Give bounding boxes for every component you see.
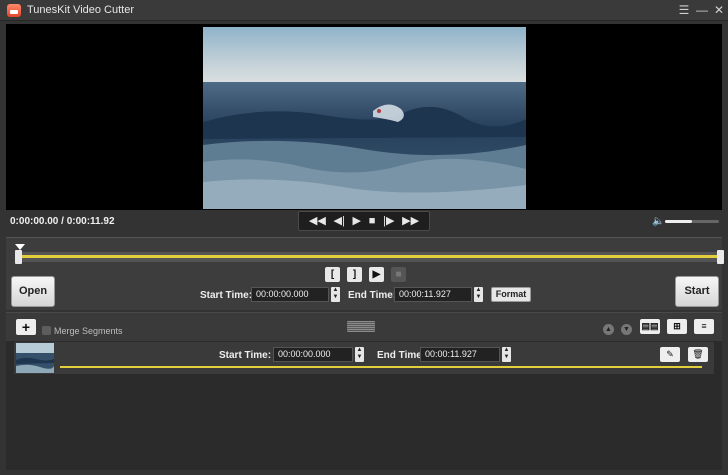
end-time-label: End Time: [348,290,397,301]
merge-segments-label: Merge Segments [54,326,123,336]
mark-in-button[interactable]: [ [325,267,340,282]
surf-video-frame [203,27,526,209]
rewind-icon[interactable]: ◀◀ [309,215,326,227]
prev-frame-icon[interactable]: ◀| [334,215,345,227]
spin-up-icon[interactable]: ▲ [357,347,363,353]
segment-panel: + Merge Segments ▲ ▼ ▤▤ ⊞ ≡ Start Time: … [6,312,722,470]
add-segment-button[interactable]: + [16,319,36,335]
panel-resize-grip[interactable] [347,321,375,332]
segment-end-input[interactable]: 00:00:11.927 [420,347,500,362]
minimize-icon[interactable]: — [693,2,711,19]
start-time-input[interactable]: 00:00:00.000 [251,287,329,302]
export-icon[interactable]: ⊞ [667,319,687,334]
spin-down-icon[interactable]: ▼ [476,294,482,300]
segment-start-input[interactable]: 00:00:00.000 [273,347,353,362]
stop-icon[interactable]: ■ [369,215,376,227]
time-readout: 0:00:00.00 / 0:00:11.92 [10,216,115,227]
playhead-marker[interactable] [15,244,25,250]
volume-level [665,220,692,223]
mark-out-button[interactable]: ] [347,267,362,282]
segment-start-stepper[interactable]: ▲ ▼ [355,347,364,362]
segment-start-label: Start Time: [219,350,272,361]
segment-end-stepper[interactable]: ▲ ▼ [502,347,511,362]
preview-segment-button[interactable]: ▶ [369,267,384,282]
segment-toolbar: + Merge Segments ▲ ▼ ▤▤ ⊞ ≡ [6,312,722,341]
subtitle-icon[interactable]: ▤▤ [640,319,660,334]
app-title: TunesKit Video Cutter [27,4,135,16]
thumbnail-image [16,343,54,373]
app-logo-icon [7,4,21,17]
timeline-selection [21,255,718,258]
move-up-icon[interactable]: ▲ [603,324,614,335]
spin-down-icon[interactable]: ▼ [357,354,363,360]
segment-end-label: End Time: [377,350,426,361]
open-button[interactable]: Open [11,276,55,307]
start-time-label: Start Time: [200,290,253,301]
spin-up-icon[interactable]: ▲ [333,287,339,293]
timeline-track[interactable] [15,250,724,264]
timeline-start-handle[interactable] [15,250,22,264]
end-time-stepper[interactable]: ▲ ▼ [474,287,483,302]
app-window: TunesKit Video Cutter ☰ — ✕ 0:00:00.00 /… [0,0,728,475]
delete-segment-icon[interactable]: 🗑 [688,347,708,362]
start-button[interactable]: Start [675,276,719,307]
end-time-input[interactable]: 00:00:11.927 [394,287,472,302]
segment-row[interactable]: Start Time: 00:00:00.000 ▲ ▼ End Time: 00… [14,342,714,374]
spin-down-icon[interactable]: ▼ [333,294,339,300]
play-icon[interactable]: ▶ [353,215,361,227]
video-frame[interactable] [203,27,526,209]
list-settings-icon[interactable]: ≡ [694,319,714,334]
volume-slider[interactable] [665,220,719,223]
stop-preview-button[interactable]: ■ [391,267,406,282]
format-button[interactable]: Format [491,287,531,302]
merge-segments-checkbox[interactable] [42,326,51,335]
timeline-end-handle[interactable] [717,250,724,264]
speaker-icon[interactable]: 🔈 [652,216,664,227]
start-time-stepper[interactable]: ▲ ▼ [331,287,340,302]
title-bar[interactable]: TunesKit Video Cutter ☰ — ✕ [0,0,728,21]
move-down-icon[interactable]: ▼ [621,324,632,335]
spin-up-icon[interactable]: ▲ [476,287,482,293]
mark-controls: [ ] ▶ ■ [325,267,406,282]
menu-icon[interactable]: ☰ [675,2,693,19]
spin-down-icon[interactable]: ▼ [504,354,510,360]
edit-segment-icon[interactable]: ✎ [660,347,680,362]
next-frame-icon[interactable]: |▶ [383,215,394,227]
close-icon[interactable]: ✕ [710,2,728,19]
segment-range-bar [60,366,702,368]
forward-icon[interactable]: ▶▶ [402,215,419,227]
spin-up-icon[interactable]: ▲ [504,347,510,353]
segment-thumbnail [16,343,54,373]
transport-controls: ◀◀ ◀| ▶ ■ |▶ ▶▶ [298,211,430,231]
